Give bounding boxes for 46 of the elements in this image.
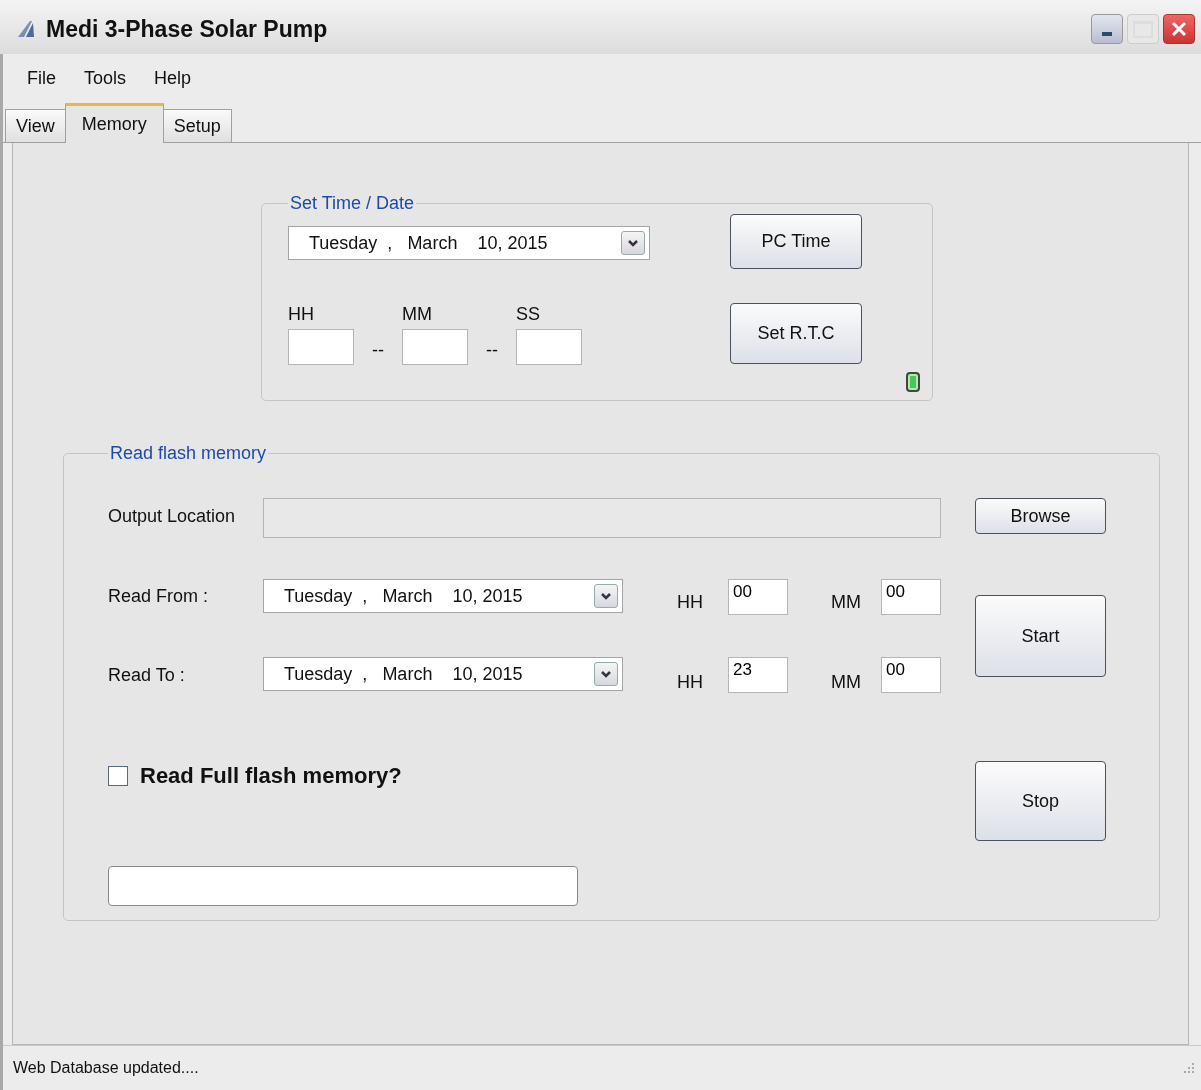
dropdown-icon[interactable] bbox=[621, 231, 645, 255]
close-icon bbox=[1171, 21, 1187, 37]
minimize-button[interactable] bbox=[1091, 14, 1123, 44]
minute-field[interactable] bbox=[402, 329, 468, 365]
dropdown-icon[interactable] bbox=[594, 662, 618, 686]
hour-label: HH bbox=[676, 672, 704, 693]
tab[interactable]: View bbox=[5, 109, 66, 142]
tab[interactable]: Setup bbox=[162, 109, 232, 142]
hour-field[interactable]: 23 bbox=[728, 657, 788, 693]
hour-label: HH bbox=[676, 592, 704, 613]
browse-button[interactable]: Browse bbox=[975, 498, 1106, 534]
app-icon bbox=[16, 19, 36, 39]
separator-text: -- bbox=[371, 340, 385, 362]
group-legend: Read flash memory bbox=[108, 443, 269, 464]
date-picker[interactable]: Tuesday , March 10, 2015 bbox=[263, 579, 623, 613]
row-label: Read From : bbox=[108, 585, 210, 607]
start-button[interactable]: Start bbox=[975, 595, 1106, 677]
separator-text: -- bbox=[485, 340, 499, 362]
status-text: Web Database updated.... bbox=[13, 1059, 199, 1077]
minute-label: MM bbox=[830, 672, 862, 693]
hour-field[interactable] bbox=[288, 329, 354, 365]
minute-field[interactable]: 00 bbox=[881, 579, 941, 615]
resize-grip-icon bbox=[1183, 1062, 1195, 1074]
output-location-label: Output Location bbox=[108, 506, 237, 527]
hour-label: HH bbox=[288, 304, 315, 325]
stop-button[interactable]: Stop bbox=[975, 761, 1106, 841]
menu-item[interactable]: Tools bbox=[70, 67, 141, 89]
second-field[interactable] bbox=[516, 329, 582, 365]
close-button[interactable] bbox=[1163, 14, 1195, 44]
set-rtc-button[interactable]: Set R.T.C bbox=[730, 303, 862, 364]
dropdown-icon[interactable] bbox=[594, 584, 618, 608]
tab[interactable]: Memory bbox=[64, 103, 164, 143]
window-title: Medi 3-Phase Solar Pump bbox=[46, 15, 328, 43]
row-label: Read To : bbox=[108, 664, 186, 686]
group-legend: Set Time / Date bbox=[288, 193, 417, 214]
hour-field[interactable]: 00 bbox=[728, 579, 788, 615]
menu-item[interactable]: Help bbox=[140, 67, 206, 89]
menu-item[interactable]: File bbox=[13, 67, 70, 89]
read-full-checkbox[interactable]: Read Full flash memory? bbox=[108, 763, 975, 789]
minute-label: MM bbox=[830, 592, 862, 613]
second-label: SS bbox=[516, 304, 541, 325]
minute-label: MM bbox=[402, 304, 433, 325]
pc-time-button[interactable]: PC Time bbox=[730, 214, 862, 269]
date-picker[interactable]: Tuesday , March 10, 2015 bbox=[263, 657, 623, 691]
date-picker[interactable]: Tuesday , March 10, 2015 bbox=[288, 226, 650, 260]
minute-field[interactable]: 00 bbox=[881, 657, 941, 693]
